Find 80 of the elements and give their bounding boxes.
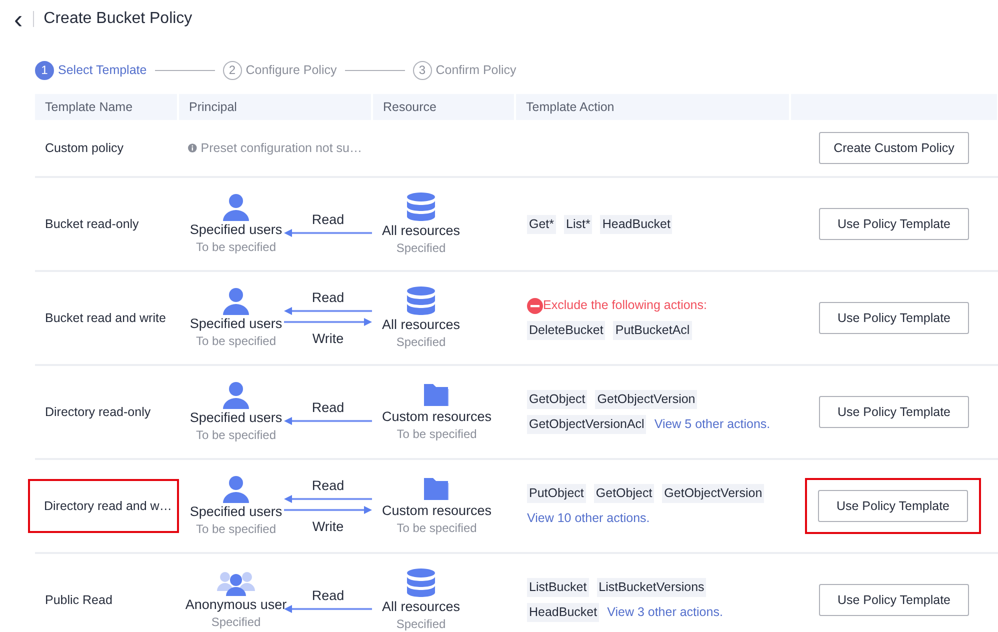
template-name: Directory read and w… [44, 498, 172, 515]
principal-label: Specified users [190, 221, 282, 239]
folder-icon [422, 476, 452, 502]
resource-status: Specified [396, 334, 446, 350]
resource-label: Custom resources [382, 408, 492, 426]
resource-label: All resources [382, 316, 460, 334]
info-note: Preset configuration not su… [200, 140, 362, 157]
database-icon [406, 192, 436, 222]
action-tag: PutObject [527, 484, 586, 504]
principal-label: Anonymous user [185, 596, 287, 614]
page-title: Create Bucket Policy [44, 9, 192, 29]
policy-button[interactable]: Use Policy Template [819, 584, 969, 616]
principal-status: To be specified [196, 239, 276, 255]
action-tag: GetObjectVersionAcl [527, 415, 646, 434]
more-actions-link[interactable]: View 10 other actions. [527, 509, 650, 528]
resource-status: Specified [396, 240, 446, 256]
step-number: 1 [35, 60, 54, 80]
action-tag: HeadBucket [527, 603, 600, 622]
action-tag: GetObjectVersion [662, 484, 764, 504]
resource-label: All resources [382, 222, 460, 240]
column-header: Template Action [515, 94, 790, 120]
principal-label: Specified users [190, 315, 282, 333]
arrow-label: Write [312, 330, 344, 348]
policy-button[interactable]: Use Policy Template [819, 302, 969, 334]
person-icon [221, 475, 251, 503]
policy-button[interactable]: Create Custom Policy [819, 132, 969, 164]
more-actions-link[interactable]: View 5 other actions. [654, 415, 770, 434]
template-name: Bucket read and write [45, 310, 166, 325]
template-name: Public Read [45, 592, 112, 607]
action-tag: Get* [527, 214, 556, 234]
column-header: Template Name [35, 94, 178, 120]
arrow-label: Read [312, 399, 344, 417]
exclude-note: Exclude the following actions: [543, 297, 707, 314]
arrow-label: Read [312, 476, 344, 494]
policy-button[interactable]: Use Policy Template [818, 490, 968, 522]
principal-label: Specified users [190, 409, 282, 427]
action-tag: GetObject [527, 390, 588, 409]
principal-status: Specified [211, 614, 261, 630]
action-tag: ListBucketVersions [596, 578, 706, 597]
arrow-label: Write [312, 518, 344, 536]
person-icon [221, 287, 251, 315]
folder-icon [422, 382, 452, 408]
action-tag: DeleteBucket [527, 320, 606, 340]
step-number: 3 [412, 60, 432, 80]
minus-icon [527, 298, 543, 314]
action-tag: ListBucket [527, 578, 589, 597]
resource-label: All resources [382, 598, 460, 616]
action-tag: GetObjectVersion [595, 390, 698, 409]
user-group-icon [217, 570, 255, 596]
database-icon [406, 568, 436, 598]
policy-button[interactable]: Use Policy Template [819, 208, 969, 240]
action-tag: List* [564, 214, 592, 234]
policy-button[interactable]: Use Policy Template [819, 396, 969, 428]
resource-status: Specified [396, 616, 446, 632]
step-number: 2 [222, 60, 242, 80]
arrow-label: Read [312, 288, 344, 306]
arrow-label: Read [312, 587, 344, 605]
resource-status: To be specified [396, 426, 477, 442]
step-label[interactable]: Select Template [58, 60, 147, 80]
info-icon [188, 142, 197, 154]
template-name: Custom policy [45, 140, 124, 155]
action-tag: PutBucketAcl [613, 320, 692, 340]
action-tag: GetObject [594, 484, 654, 504]
column-header: Principal [178, 94, 372, 120]
template-name: Bucket read-only [45, 216, 139, 231]
template-name: Directory read-only [45, 404, 151, 419]
person-icon [221, 193, 251, 221]
action-tag: HeadBucket [600, 214, 672, 234]
principal-status: To be specified [196, 427, 276, 443]
person-icon [221, 381, 251, 409]
resource-status: To be specified [396, 520, 477, 536]
database-icon [406, 286, 436, 316]
back-button[interactable]: ‹ [10, 6, 27, 32]
resource-label: Custom resources [382, 502, 492, 520]
more-actions-link[interactable]: View 3 other actions. [607, 603, 723, 622]
principal-status: To be specified [196, 333, 276, 349]
principal-status: To be specified [196, 521, 276, 537]
principal-label: Specified users [190, 503, 282, 521]
column-header: Resource [372, 94, 515, 120]
arrow-label: Read [312, 211, 344, 229]
